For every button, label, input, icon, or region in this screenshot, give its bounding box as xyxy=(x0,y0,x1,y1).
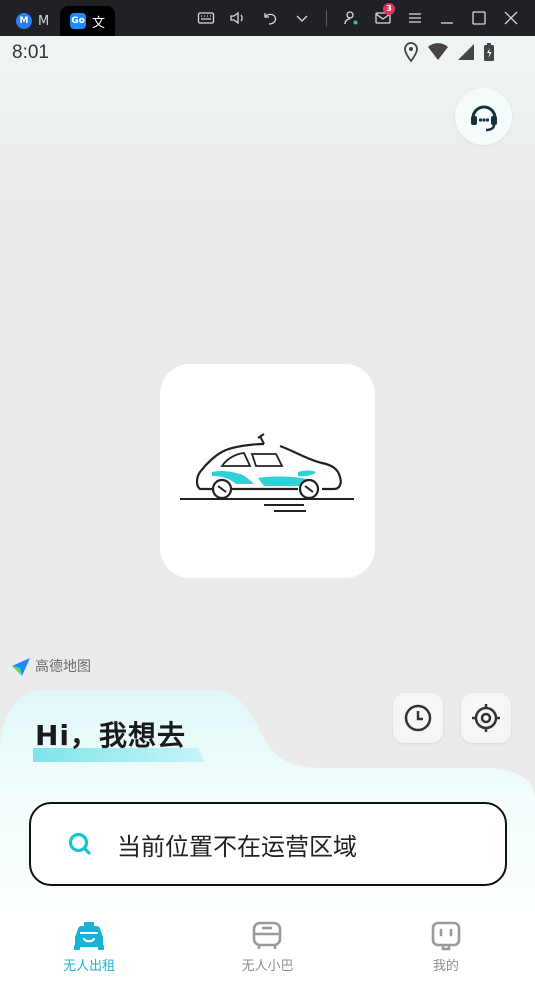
phone-screen: 8:01 高德地图 Hi，我想去 当前位置不在运营区域 无人出租 无人小巴 我的 xyxy=(0,36,535,987)
amap-logo-icon xyxy=(12,658,30,676)
greeting-title: Hi，我想去 xyxy=(35,719,187,752)
locate-me-button[interactable] xyxy=(461,693,511,743)
map-provider-name: 高德地图 xyxy=(35,659,91,675)
tab-profile[interactable]: 我的 xyxy=(357,911,535,987)
app-go-icon: Go xyxy=(70,13,86,29)
chevron-down-icon[interactable] xyxy=(286,0,318,36)
bus-icon xyxy=(253,921,282,949)
customer-service-button[interactable] xyxy=(455,88,512,145)
search-status-text: 当前位置不在运营区域 xyxy=(117,832,357,861)
location-icon xyxy=(404,42,418,62)
wifi-icon xyxy=(428,43,448,60)
mail-count-badge: 3 xyxy=(383,3,395,15)
window-tab-active[interactable]: Go 文 xyxy=(60,6,115,36)
app-m-icon: M xyxy=(16,13,32,29)
toolbar-divider xyxy=(326,10,327,26)
emulator-titlebar: M M Go 文 3 xyxy=(0,0,535,36)
close-icon[interactable] xyxy=(495,0,527,36)
trip-history-button[interactable] xyxy=(393,693,443,743)
headset-icon xyxy=(470,105,497,131)
crosshair-icon xyxy=(472,704,500,732)
search-icon xyxy=(68,832,91,855)
window-tab-label: 文 xyxy=(91,15,105,31)
window-tab-m[interactable]: M M xyxy=(6,6,59,36)
tab-robobus[interactable]: 无人小巴 xyxy=(178,911,356,987)
minimize-icon[interactable] xyxy=(431,0,463,36)
status-bar: 8:01 xyxy=(0,36,535,72)
maximize-icon[interactable] xyxy=(463,0,495,36)
clock-icon xyxy=(404,704,432,732)
mail-icon[interactable]: 3 xyxy=(367,0,399,36)
map-provider-logo: 高德地图 xyxy=(10,656,91,676)
menu-icon[interactable] xyxy=(399,0,431,36)
profile-icon xyxy=(431,921,461,951)
taxi-icon xyxy=(74,922,105,950)
tab-label: 我的 xyxy=(432,959,459,974)
tab-label: 无人出租 xyxy=(63,959,116,974)
tab-robotaxi[interactable]: 无人出租 xyxy=(0,911,178,987)
battery-charging-icon xyxy=(484,43,494,61)
destination-search-box[interactable]: 当前位置不在运营区域 xyxy=(29,802,507,886)
keyboard-icon[interactable] xyxy=(190,0,222,36)
undo-icon[interactable] xyxy=(254,0,286,36)
tab-label: 无人小巴 xyxy=(241,959,294,974)
account-icon[interactable] xyxy=(335,0,367,36)
robotaxi-car-icon xyxy=(179,433,354,512)
window-tab-label: M xyxy=(38,13,50,29)
volume-icon[interactable] xyxy=(222,0,254,36)
status-time: 8:01 xyxy=(12,42,49,63)
bottom-tab-bar: 无人出租 无人小巴 我的 xyxy=(0,911,535,987)
signal-icon xyxy=(458,44,474,60)
robotaxi-illustration-card xyxy=(160,364,375,578)
